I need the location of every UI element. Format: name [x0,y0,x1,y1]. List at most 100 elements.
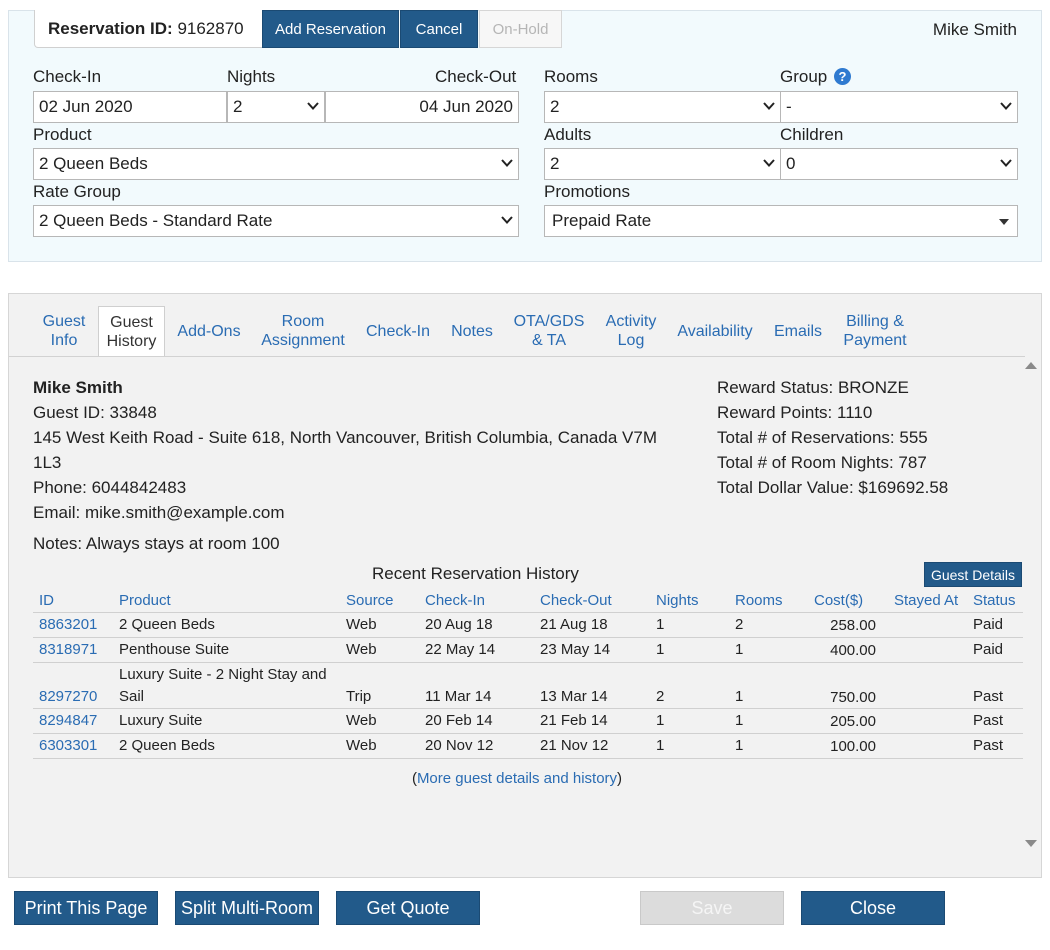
checkin-input[interactable]: 02 Jun 2020 [33,91,227,123]
guest-address-line2: 1L3 [33,453,62,472]
row-id-link[interactable]: 8318971 [39,641,97,658]
row-id-link[interactable]: 8294847 [39,712,97,729]
row-id-link[interactable]: 8863201 [39,616,97,633]
row-product: Luxury Suite [119,712,203,729]
promotions-select[interactable]: Prepaid Rate [544,205,1018,237]
guest-history-panel: Guest Info Guest History Add-Ons Room Assig… [8,293,1042,878]
split-multi-room-button[interactable]: Split Multi-Room [175,891,319,925]
row-cost: 400.00 [830,642,876,659]
row-cost: 750.00 [830,689,876,706]
tab-activity-log[interactable]: Activity Log [599,306,663,356]
tab-guest-info[interactable]: Guest Info [33,306,95,356]
row-checkin: 20 Feb 14 [425,712,493,729]
row-checkout: 13 Mar 14 [540,688,608,705]
table-row: 8297270 Luxury Suite - 2 Night Stay and Tr… [33,663,1023,709]
cancel-button[interactable]: Cancel [400,10,478,48]
tab-emails[interactable]: Emails [769,306,827,356]
row-checkout: 23 May 14 [540,641,611,658]
checkout-label: Check-Out [435,67,517,86]
row-checkout: 21 Feb 14 [540,712,608,729]
user-name: Mike Smith [932,20,1017,39]
rate-group-value: 2 Queen Beds - Standard Rate [39,211,273,230]
scroll-down-arrow[interactable] [1025,840,1037,847]
row-cost: 205.00 [830,713,876,730]
reservation-id-box: Reservation ID: 9162870 [34,10,271,48]
row-status: Paid [973,641,1004,658]
col-id: ID [39,592,54,609]
row-id-link[interactable]: 8297270 [39,688,97,705]
row-product-line2: Sail [119,688,145,705]
print-page-button[interactable]: Print This Page [14,891,158,925]
help-icon[interactable]: ? [834,68,851,85]
checkin-label: Check-In [33,67,102,86]
reservation-id-label: Reservation ID: [48,19,173,38]
rate-group-select[interactable]: 2 Queen Beds - Standard Rate [33,205,519,237]
nights-value: 2 [233,97,243,116]
col-checkout: Check-Out [540,592,612,609]
row-product: 2 Queen Beds [119,737,215,754]
reservation-id-value: 9162870 [177,19,244,38]
rooms-select[interactable]: 2 [544,91,781,123]
add-reservation-button[interactable]: Add Reservation [262,10,399,48]
guest-info-block: Mike Smith Guest ID: 33848 145 West Keit… [33,375,693,556]
row-product: Penthouse Suite [119,641,230,658]
col-cost: Cost($) [814,592,864,609]
col-checkin: Check-In [425,592,486,609]
checkout-value: 04 Jun 2020 [419,97,513,116]
tab-notes[interactable]: Notes [445,306,499,356]
product-label: Product [33,125,92,144]
row-source: Web [346,737,377,754]
guest-name: Mike Smith [33,378,123,397]
table-row: 8863201 2 Queen Beds Web 20 Aug 18 21 Aug 18… [33,613,1023,638]
children-label: Children [780,125,844,144]
row-nights: 1 [656,737,665,754]
col-status: Status [973,592,1016,609]
caret-down-icon [999,219,1009,225]
get-quote-button[interactable]: Get Quote [336,891,480,925]
row-source: Trip [346,688,372,705]
promotions-value: Prepaid Rate [552,211,652,230]
tab-guest-history[interactable]: Guest History [98,306,165,357]
row-product: 2 Queen Beds [119,616,215,633]
tab-check-in[interactable]: Check-In [361,306,435,356]
checkin-value: 02 Jun 2020 [39,97,133,116]
reward-status: Reward Status: BRONZE [717,378,909,397]
row-source: Web [346,712,377,729]
rate-group-label: Rate Group [33,182,121,201]
nights-select[interactable]: 2 [227,91,325,123]
tab-ota-gds[interactable]: OTA/GDS & TA [509,306,589,356]
total-reservations: Total # of Reservations: 555 [717,428,928,447]
children-select[interactable]: 0 [780,148,1018,180]
tab-billing-payment[interactable]: Billing & Payment [837,306,913,356]
on-hold-button[interactable]: On-Hold [479,10,562,48]
history-table: ID Product Source Check-In Check-Out Nig… [33,589,1023,759]
row-id-link[interactable]: 6303301 [39,737,97,754]
group-value: - [786,97,792,116]
more-history-link[interactable]: More guest details and history [417,770,617,787]
row-rooms: 1 [735,712,744,729]
guest-details-button[interactable]: Guest Details [924,562,1022,587]
chevron-down-icon [1000,159,1012,167]
tab-bar: Guest Info Guest History Add-Ons Room Assig… [9,306,1041,358]
guest-phone: Phone: 6044842483 [33,478,187,497]
more-history: (More guest details and history) [411,770,623,787]
rooms-value: 2 [550,97,560,116]
product-select[interactable]: 2 Queen Beds [33,148,519,180]
scroll-up-arrow[interactable] [1025,362,1037,369]
group-label: Group [780,67,828,86]
row-rooms: 1 [735,641,744,658]
adults-select[interactable]: 2 [544,148,781,180]
chevron-down-icon [307,102,319,110]
save-button[interactable]: Save [640,891,784,925]
reward-info-block: Reward Status: BRONZE Reward Points: 111… [717,375,1017,500]
checkout-input[interactable]: 04 Jun 2020 [325,91,519,123]
tab-room-assignment[interactable]: Room Assignment [257,306,349,356]
rooms-label: Rooms [544,67,598,86]
close-button[interactable]: Close [801,891,945,925]
total-dollar-value: Total Dollar Value: $169692.58 [717,478,949,497]
tab-add-ons[interactable]: Add-Ons [172,306,246,356]
row-cost: 258.00 [830,617,876,634]
tab-availability[interactable]: Availability [673,306,757,356]
product-value: 2 Queen Beds [39,154,148,173]
group-select[interactable]: - [780,91,1018,123]
